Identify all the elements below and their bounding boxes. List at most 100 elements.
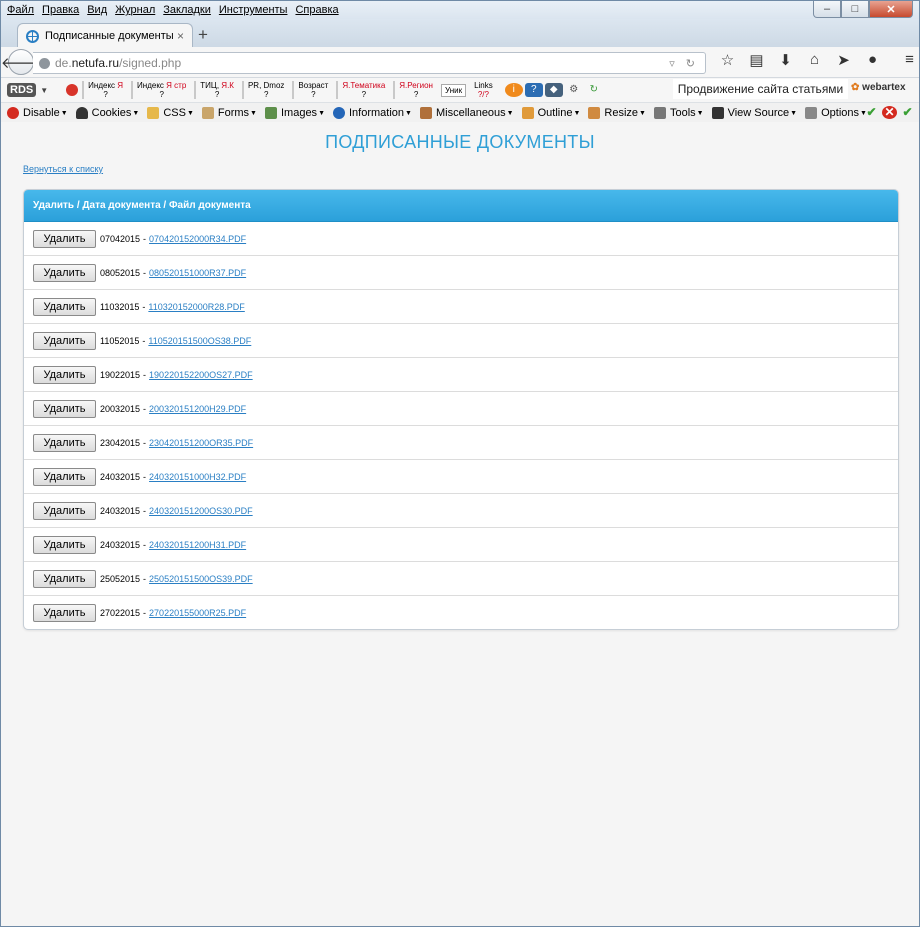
rds-yandex-theme[interactable]: Я.Тематика? (336, 81, 389, 99)
delete-button[interactable]: Удалить (33, 467, 96, 486)
wd-tools[interactable]: Tools ▼ (653, 107, 704, 119)
window-controls: – □ ✕ (813, 1, 913, 18)
document-file-link[interactable]: 240320151200H31.PDF (149, 540, 246, 550)
menu-edit[interactable]: Правка (38, 4, 83, 16)
document-file-link[interactable]: 250520151500OS39.PDF (149, 574, 253, 584)
information-icon (333, 107, 345, 119)
spy-icon[interactable]: ◆ (544, 83, 563, 97)
delete-button[interactable]: Удалить (33, 603, 96, 622)
document-file-link[interactable]: 080520151000R37.PDF (149, 268, 246, 278)
navigation-bar: 🡐 de. netufa.ru/signed.php ▿ ↻ ☆ ▤ ⬇ ⌂ ➤ … (1, 47, 919, 78)
table-body: Удалить 07042015-070420152000R34.PDF Удали… (24, 222, 898, 629)
rds-links[interactable]: Links ?/? (470, 81, 497, 99)
info-icon[interactable]: i (504, 83, 523, 97)
rds-yandex-pages[interactable]: Индекс Я стр? (131, 81, 190, 99)
delete-button[interactable]: Удалить (33, 297, 96, 316)
document-file-link[interactable]: 230420151200OR35.PDF (149, 438, 253, 448)
bookmarks-list-icon[interactable]: ▤ (742, 51, 771, 69)
rds-yandex-region[interactable]: Я.Регион? (393, 81, 437, 99)
close-tab-icon[interactable]: × (177, 29, 184, 43)
wd-cookies[interactable]: Cookies ▼ (75, 107, 139, 119)
back-to-list-link[interactable]: Вернуться к списку (23, 164, 103, 174)
error-icon[interactable]: ✕ (882, 106, 897, 119)
wd-disable[interactable]: Disable ▼ (7, 107, 68, 119)
send-icon[interactable]: ➤ (829, 51, 858, 69)
promo-banner[interactable]: Продвижение сайта статьями (673, 79, 848, 99)
chat-icon[interactable]: ● (858, 51, 887, 69)
document-file-link[interactable]: 190220152200OS27.PDF (149, 370, 253, 380)
wd-outline[interactable]: Outline ▼ (521, 107, 580, 119)
downloads-icon[interactable]: ⬇ (771, 51, 800, 69)
refresh-icon[interactable]: ↻ (585, 83, 603, 97)
wd-forms[interactable]: Forms ▼ (201, 107, 257, 119)
rds-dropdown-icon[interactable]: ▼ (40, 86, 48, 95)
maximize-button[interactable]: □ (841, 1, 869, 18)
document-date: 24032015 (100, 471, 141, 482)
rds-pr-dmoz[interactable]: PR, Dmoz? (241, 81, 288, 99)
document-date: 25052015 (100, 573, 141, 584)
wd-information[interactable]: Information ▼ (333, 107, 412, 119)
menu-help[interactable]: Справка (291, 4, 342, 16)
rds-age[interactable]: Возраст? (292, 81, 332, 99)
menu-view[interactable]: Вид (83, 4, 111, 16)
close-window-button[interactable]: ✕ (869, 1, 913, 18)
wd-options[interactable]: Options ▼ (805, 107, 867, 119)
delete-button[interactable]: Удалить (33, 229, 96, 248)
html-valid-icon[interactable]: ✔ (900, 106, 915, 119)
delete-button[interactable]: Удалить (33, 263, 96, 282)
view-source-icon (711, 107, 724, 119)
delete-button[interactable]: Удалить (33, 569, 96, 588)
rds-logo[interactable]: RDS (7, 83, 37, 97)
document-date: 11052015 (100, 335, 140, 346)
minimize-button[interactable]: – (813, 1, 841, 18)
document-file-link[interactable]: 240320151200OS30.PDF (149, 506, 253, 516)
rds-yandex-index[interactable]: Индекс Я? (82, 81, 127, 99)
document-date: 27022015 (100, 607, 141, 618)
menu-tools[interactable]: Инструменты (215, 4, 292, 16)
css-valid-icon[interactable]: ✔ (864, 106, 879, 119)
webartex-label: webartex (862, 82, 906, 93)
document-file-link[interactable]: 200320151200H29.PDF (149, 404, 246, 414)
home-icon[interactable]: ⌂ (800, 51, 829, 69)
new-tab-button[interactable]: + (198, 25, 208, 45)
wd-view-source[interactable]: View Source ▼ (711, 107, 797, 119)
document-file-link[interactable]: 110520151500OS38.PDF (148, 336, 251, 346)
tab-title: Подписанные документы (45, 30, 174, 42)
rds-tic[interactable]: ТИЦ, Я.К? (194, 81, 238, 99)
wd-miscellaneous[interactable]: Miscellaneous ▼ (419, 107, 514, 119)
seo-icon[interactable]: ? (524, 83, 543, 97)
rds-status-icon[interactable] (66, 84, 79, 96)
delete-button[interactable]: Удалить (33, 501, 96, 520)
url-input[interactable]: de. netufa.ru/signed.php ▿ ↻ (33, 52, 706, 74)
document-file-link[interactable]: 270220155000R25.PDF (149, 608, 246, 618)
back-button[interactable]: 🡐 (1, 49, 41, 75)
delete-button[interactable]: Удалить (33, 365, 96, 384)
delete-button[interactable]: Удалить (33, 331, 96, 350)
hamburger-menu-icon[interactable]: ≡ (895, 51, 919, 69)
document-file-link[interactable]: 110320152000R28.PDF (148, 302, 244, 312)
separator: - (143, 403, 147, 414)
menu-bookmarks[interactable]: Закладки (159, 4, 215, 16)
delete-button[interactable]: Удалить (33, 433, 96, 452)
outline-pencil-icon (521, 107, 534, 119)
bookmark-star-icon[interactable]: ☆ (713, 51, 742, 69)
extension-icons: i ? ◆ ⚙ ↻ (504, 83, 605, 97)
separator: - (143, 267, 147, 278)
wd-resize[interactable]: Resize ▼ (588, 107, 646, 119)
delete-button[interactable]: Удалить (33, 399, 96, 418)
webartex-logo[interactable]: ✿ webartex (851, 82, 906, 93)
wd-css[interactable]: CSS ▼ (147, 107, 194, 119)
document-file-link[interactable]: 070420152000R34.PDF (149, 234, 246, 244)
delete-button[interactable]: Удалить (33, 535, 96, 554)
gear-icon[interactable]: ⚙ (565, 83, 583, 97)
browser-window: Файл Правка Вид Журнал Закладки Инструме… (0, 0, 920, 927)
wd-images[interactable]: Images ▼ (264, 107, 325, 119)
rds-unik-button[interactable]: Уник (440, 83, 467, 97)
tab-signed-documents[interactable]: Подписанные документы × (17, 23, 193, 48)
menu-history[interactable]: Журнал (111, 4, 159, 16)
separator: - (143, 539, 147, 550)
document-file-link[interactable]: 240320151000H32.PDF (149, 472, 246, 482)
table-row: Удалить 25052015-250520151500OS39.PDF (24, 561, 898, 595)
reload-icon[interactable]: ▿ ↻ (669, 57, 699, 70)
menu-file[interactable]: Файл (3, 4, 38, 16)
